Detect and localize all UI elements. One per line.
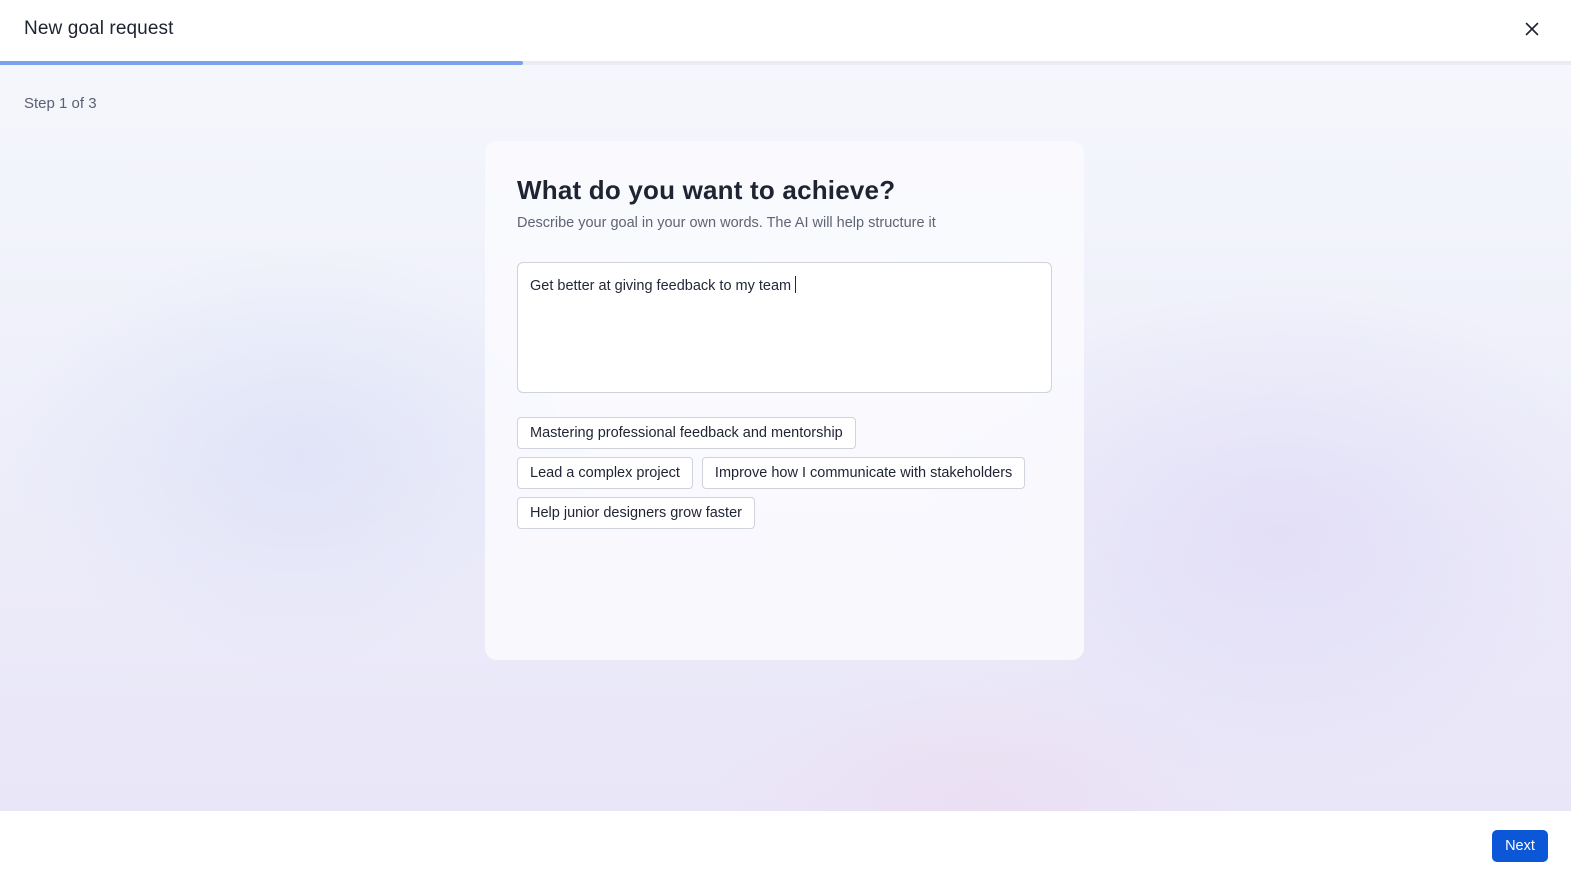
suggestion-chip[interactable]: Lead a complex project bbox=[517, 457, 693, 489]
dialog-footer: Next bbox=[0, 811, 1571, 884]
goal-card: What do you want to achieve? Describe yo… bbox=[485, 141, 1084, 660]
suggestion-chip[interactable]: Mastering professional feedback and ment… bbox=[517, 417, 856, 449]
goal-input-text: Get better at giving feedback to my team bbox=[530, 278, 792, 294]
next-button[interactable]: Next bbox=[1492, 830, 1548, 862]
main-content: Step 1 of 3 What do you want to achieve?… bbox=[0, 65, 1571, 811]
dialog-header: New goal request bbox=[0, 0, 1571, 61]
page-title: New goal request bbox=[24, 18, 174, 39]
card-subtitle: Describe your goal in your own words. Th… bbox=[517, 215, 936, 231]
suggestion-chip[interactable]: Help junior designers grow faster bbox=[517, 497, 755, 529]
close-icon bbox=[1525, 22, 1539, 41]
suggestion-chip[interactable]: Improve how I communicate with stakehold… bbox=[701, 457, 1026, 489]
goal-description-input[interactable]: Get better at giving feedback to my team bbox=[517, 262, 1052, 393]
text-caret bbox=[795, 276, 797, 293]
suggestion-chips: Mastering professional feedback and ment… bbox=[517, 417, 1057, 537]
card-title: What do you want to achieve? bbox=[517, 175, 896, 205]
close-button[interactable] bbox=[1520, 19, 1544, 43]
step-indicator: Step 1 of 3 bbox=[24, 95, 97, 112]
